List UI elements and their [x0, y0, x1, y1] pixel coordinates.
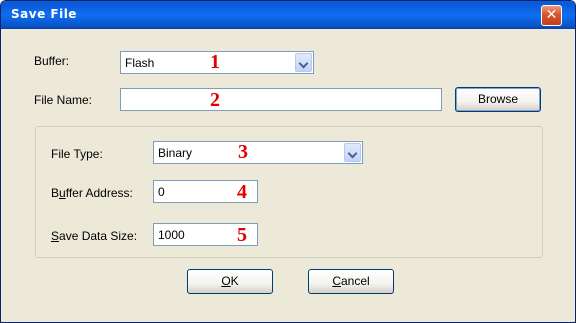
file-name-label: File Name:: [34, 93, 93, 107]
close-button[interactable]: ✕: [541, 5, 562, 26]
label-part: ave Data Size:: [59, 229, 138, 243]
file-type-value: Binary: [158, 146, 193, 160]
chevron-down-icon[interactable]: [344, 143, 361, 162]
buffer-address-label: Buffer Address:: [51, 186, 133, 200]
buffer-value: Flash: [125, 56, 155, 70]
save-data-size-value: 1000: [158, 228, 185, 242]
label-mnemonic: u: [59, 186, 66, 200]
label-part: ffer Address:: [65, 186, 133, 200]
save-data-size-label: Save Data Size:: [51, 229, 137, 243]
annotation-2: 2: [210, 89, 220, 111]
ok-mnemonic: O: [221, 274, 231, 288]
label-mnemonic: S: [51, 229, 60, 243]
save-file-dialog: Save File ✕ Buffer: Flash 1 File Name: 2…: [0, 0, 576, 323]
annotation-1: 1: [210, 51, 220, 73]
label-part: B: [51, 186, 60, 200]
file-name-input[interactable]: [120, 88, 442, 111]
ok-button[interactable]: OK: [187, 269, 273, 294]
title-bar[interactable]: Save File ✕: [1, 1, 575, 29]
dialog-title: Save File: [11, 7, 77, 21]
file-type-label: File Type:: [51, 147, 103, 161]
cancel-label: ancel: [340, 274, 370, 288]
annotation-3: 3: [238, 141, 248, 163]
cancel-mnemonic: C: [332, 274, 341, 288]
dialog-body: Buffer: Flash 1 File Name: 2 Browse File…: [4, 29, 572, 321]
annotation-5: 5: [237, 224, 247, 246]
buffer-address-value: 0: [158, 185, 165, 199]
chevron-down-icon[interactable]: [295, 53, 312, 72]
annotation-4: 4: [237, 181, 247, 203]
cancel-button[interactable]: Cancel: [308, 269, 394, 294]
ok-label: K: [230, 274, 239, 288]
file-type-select[interactable]: Binary: [153, 141, 363, 164]
close-icon: ✕: [545, 7, 558, 23]
buffer-label: Buffer:: [34, 54, 70, 68]
browse-button[interactable]: Browse: [455, 87, 541, 112]
